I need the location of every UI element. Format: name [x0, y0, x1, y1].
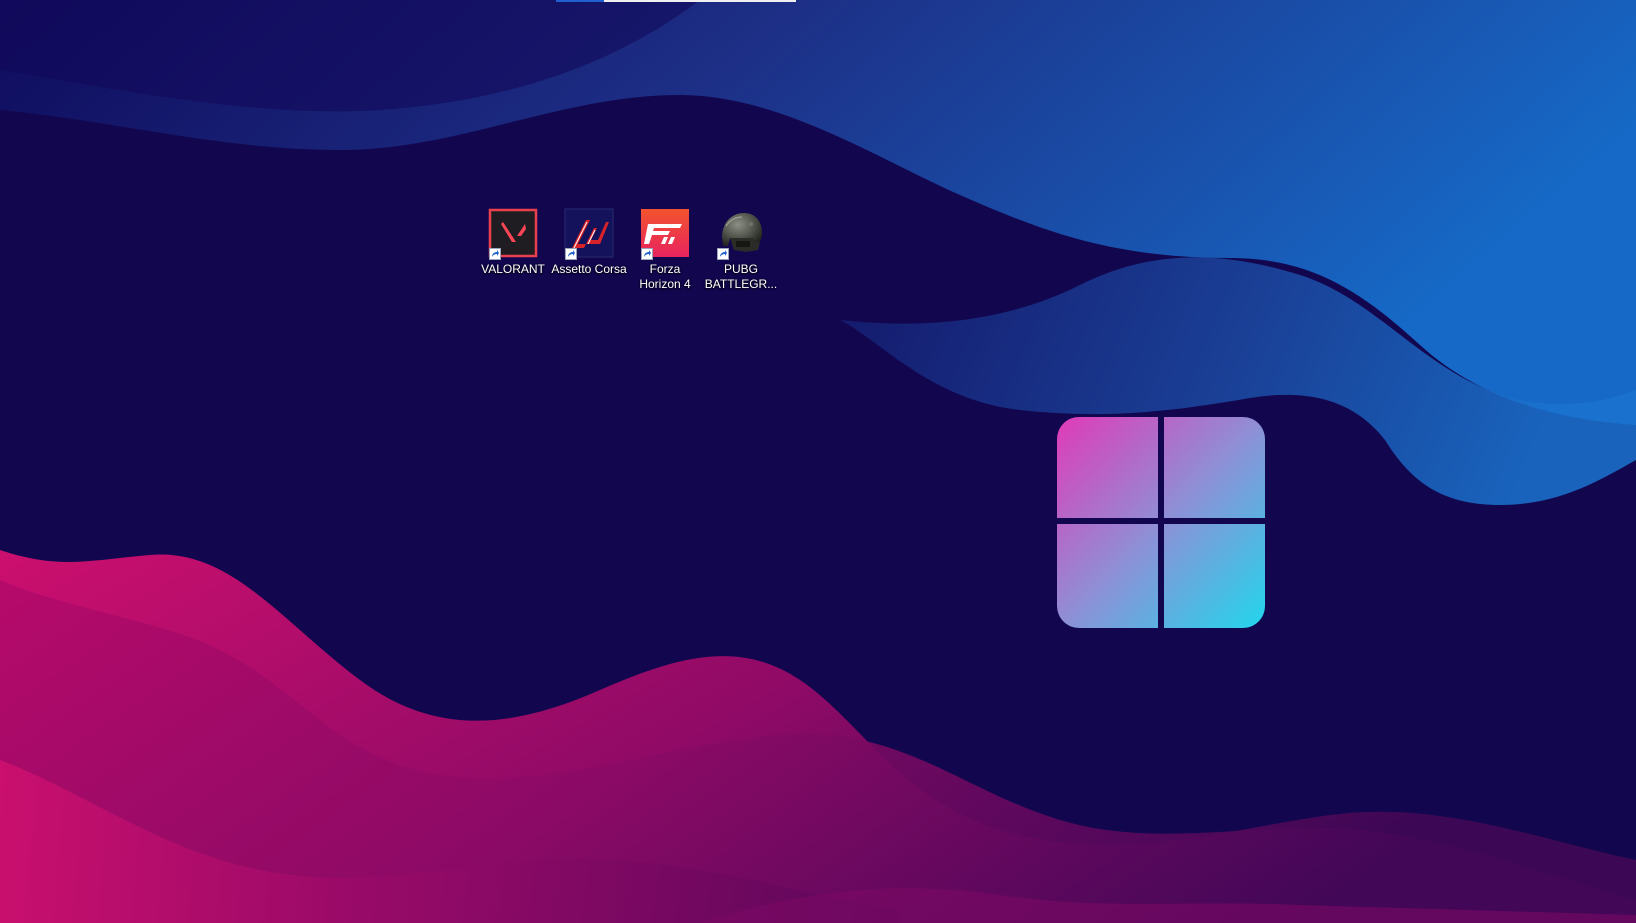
- icon-label: VALORANT: [481, 262, 545, 276]
- progress-strip: [556, 0, 796, 2]
- shortcut-arrow-icon: [489, 248, 501, 260]
- desktop[interactable]: VALORANT Assetto Corsa Forza Horizon 4 P…: [0, 0, 1636, 923]
- icon-label: Assetto Corsa: [551, 262, 627, 276]
- shortcut-arrow-icon: [641, 248, 653, 260]
- shortcut-arrow-icon: [717, 248, 729, 260]
- desktop-icon-valorant[interactable]: VALORANT: [475, 208, 551, 277]
- windows-logo-icon: [1057, 417, 1265, 628]
- icon-label: PUBG BATTLEGR...: [704, 262, 778, 291]
- progress-strip-fill: [556, 0, 604, 2]
- desktop-icon-forza-horizon-4[interactable]: Forza Horizon 4: [627, 208, 703, 292]
- shortcut-arrow-icon: [565, 248, 577, 260]
- desktop-icon-assetto-corsa[interactable]: Assetto Corsa: [551, 208, 627, 277]
- pubg-helmet-icon: [716, 208, 766, 260]
- wallpaper: [0, 0, 1636, 923]
- forza-horizon-icon: [640, 208, 690, 260]
- assetto-corsa-icon: [564, 208, 614, 260]
- valorant-icon: [488, 208, 538, 260]
- desktop-icon-pubg[interactable]: PUBG BATTLEGR...: [703, 208, 779, 292]
- icon-label: Forza Horizon 4: [639, 262, 691, 291]
